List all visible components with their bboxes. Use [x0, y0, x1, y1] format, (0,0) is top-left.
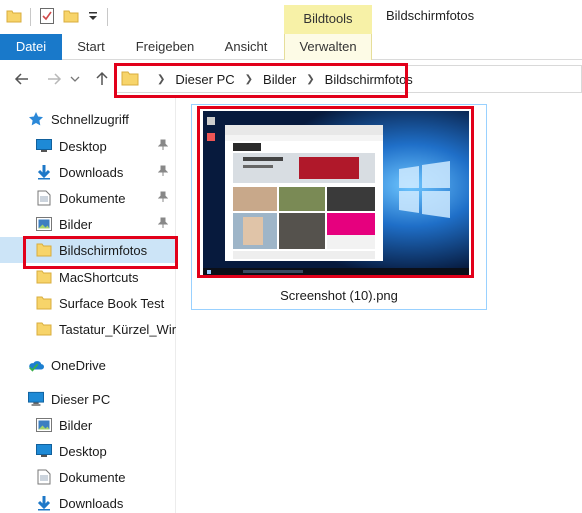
documents-icon [36, 469, 52, 485]
quick-access-toolbar [6, 6, 108, 28]
pin-icon[interactable] [157, 191, 169, 206]
pin-icon[interactable] [157, 165, 169, 180]
computer-icon [28, 391, 44, 407]
separator [107, 8, 108, 26]
navigation-pane: Schnellzugriff Desktop Downloads Dokumen… [0, 98, 176, 513]
nav-item-label: Schnellzugriff [51, 111, 129, 127]
download-icon [36, 164, 52, 180]
tab-datei[interactable]: Datei [0, 34, 62, 60]
address-highlight-box [114, 63, 408, 98]
tab-start[interactable]: Start [66, 34, 116, 60]
forward-button[interactable] [44, 69, 64, 89]
arrow-up-icon [96, 71, 108, 85]
desktop-icon [36, 138, 52, 154]
tab-freigeben[interactable]: Freigeben [126, 34, 204, 60]
folder-icon [36, 321, 52, 337]
nav-pc-desktop[interactable]: Desktop [0, 438, 176, 464]
nav-item-label: Downloads [59, 495, 124, 511]
tab-ansicht[interactable]: Ansicht [214, 34, 278, 60]
nav-item-tastatur-kuerzel[interactable]: Tastatur_Kürzel_Wir [0, 316, 176, 342]
pictures-icon [36, 417, 52, 433]
selection-highlight-box [23, 236, 178, 269]
folder-icon [36, 269, 52, 285]
arrow-right-icon [48, 73, 62, 85]
folder-icon [36, 295, 52, 311]
nav-pc-downloads[interactable]: Downloads [0, 490, 176, 513]
download-icon [36, 495, 52, 511]
nav-item-label: Bilder [59, 216, 93, 232]
documents-icon [36, 190, 52, 206]
nav-item-label: Surface Book Test [59, 295, 165, 311]
ribbon-tabs: Datei Start Freigeben Ansicht Verwalten [0, 34, 582, 60]
nav-pc-dokumente[interactable]: Dokumente [0, 464, 176, 490]
nav-item-label: Dieser PC [51, 391, 111, 407]
desktop-icon [36, 443, 52, 459]
nav-item-label: Dokumente [59, 469, 126, 485]
new-folder-icon[interactable] [63, 8, 79, 27]
title-bar: Bildtools Bildschirmfotos [0, 0, 582, 34]
nav-item-surface-book-test[interactable]: Surface Book Test [0, 290, 176, 316]
nav-item-label: Desktop [59, 138, 107, 154]
thumbnail-highlight-box [197, 106, 474, 278]
cloud-icon [28, 357, 44, 373]
file-name[interactable]: Screenshot (10).png [191, 288, 487, 303]
nav-item-label: Tastatur_Kürzel_Wir [59, 321, 176, 337]
window-title: Bildschirmfotos [386, 8, 475, 23]
nav-onedrive[interactable]: OneDrive [0, 352, 176, 378]
chevron-down-icon [70, 76, 80, 82]
folder-icon[interactable] [6, 8, 22, 27]
nav-quick-access[interactable]: Schnellzugriff [0, 106, 176, 132]
nav-pc-bilder[interactable]: Bilder [0, 412, 176, 438]
nav-item-label: Downloads [59, 164, 124, 180]
nav-item-dokumente[interactable]: Dokumente [0, 185, 176, 211]
contextual-tab-bildtools: Bildtools [284, 5, 372, 34]
nav-item-label: MacShortcuts [59, 269, 139, 285]
customize-toolbar-icon[interactable] [87, 10, 99, 25]
nav-item-downloads[interactable]: Downloads [0, 159, 176, 185]
nav-item-label: Dokumente [59, 190, 126, 206]
pin-icon[interactable] [157, 139, 169, 154]
recent-locations-button[interactable] [68, 69, 82, 89]
pictures-icon [36, 216, 52, 232]
nav-this-pc[interactable]: Dieser PC [0, 386, 176, 412]
tab-verwalten[interactable]: Verwalten [284, 34, 372, 60]
up-button[interactable] [92, 69, 112, 89]
nav-item-label: OneDrive [51, 357, 106, 373]
pin-icon[interactable] [157, 217, 169, 232]
arrow-left-icon [14, 73, 28, 85]
properties-icon[interactable] [39, 7, 55, 28]
star-icon [28, 111, 44, 127]
nav-item-label: Desktop [59, 443, 107, 459]
nav-item-label: Bilder [59, 417, 93, 433]
separator [30, 8, 31, 26]
nav-item-desktop[interactable]: Desktop [0, 133, 176, 159]
nav-item-bilder[interactable]: Bilder [0, 211, 176, 237]
back-button[interactable] [12, 69, 32, 89]
